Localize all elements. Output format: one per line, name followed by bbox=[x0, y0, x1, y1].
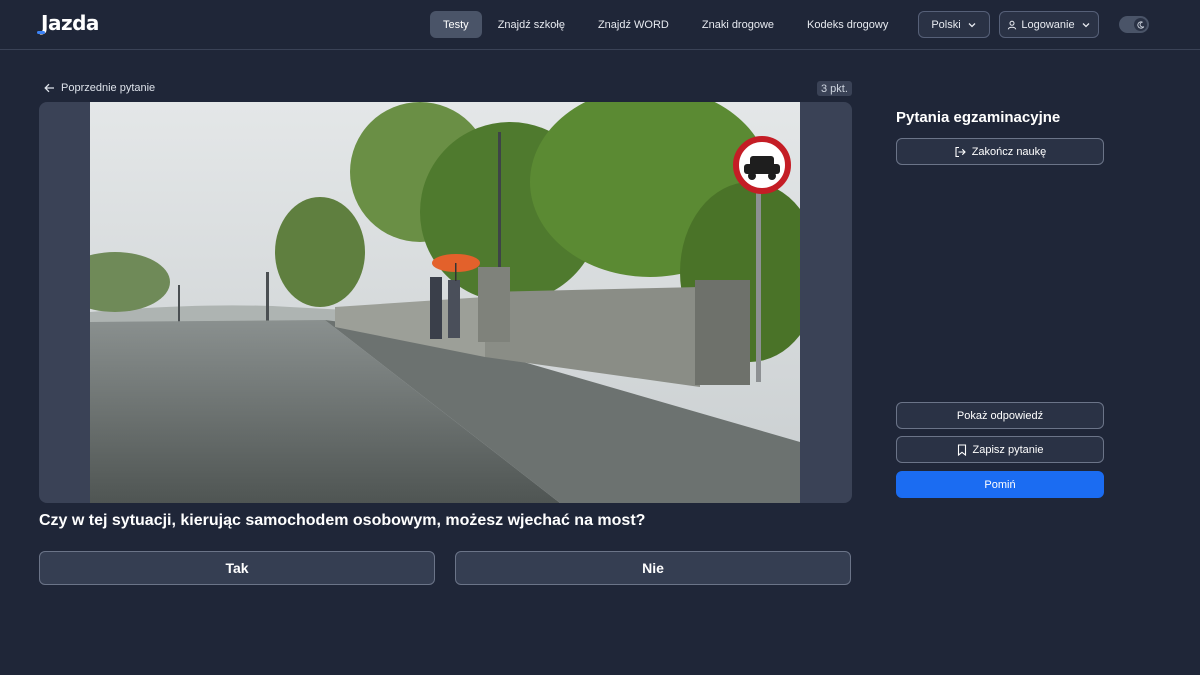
arrow-left-icon bbox=[44, 83, 54, 93]
top-bar: Jazda Testy Znajdź szkołę Znajdź WORD Zn… bbox=[0, 0, 1200, 50]
chevron-down-icon bbox=[1082, 22, 1090, 27]
moon-icon bbox=[1136, 20, 1144, 29]
skip-button[interactable]: Pomiń bbox=[896, 471, 1104, 498]
jazda-logo[interactable]: Jazda bbox=[37, 11, 99, 35]
theme-toggle[interactable] bbox=[1119, 16, 1149, 33]
answer-no-button[interactable]: Nie bbox=[455, 551, 851, 585]
finish-learning-label: Zakończ naukę bbox=[971, 145, 1047, 158]
points-badge: 3 pkt. bbox=[817, 81, 852, 96]
skip-label: Pomiń bbox=[984, 478, 1016, 491]
nav-item-testy[interactable]: Testy bbox=[430, 11, 482, 38]
answer-yes-button[interactable]: Tak bbox=[39, 551, 435, 585]
bridge-scene-illustration bbox=[90, 102, 800, 503]
previous-question-label: Poprzednie pytanie bbox=[61, 82, 156, 94]
exit-icon bbox=[955, 146, 966, 157]
question-photo bbox=[90, 102, 800, 503]
nav-item-kodeks-drogowy[interactable]: Kodeks drogowy bbox=[794, 11, 901, 38]
show-answer-label: Pokaż odpowiedź bbox=[956, 409, 1044, 422]
finish-learning-button[interactable]: Zakończ naukę bbox=[896, 138, 1104, 165]
toggle-knob bbox=[1134, 18, 1147, 31]
previous-question-link[interactable]: Poprzednie pytanie bbox=[44, 81, 155, 95]
save-question-label: Zapisz pytanie bbox=[972, 443, 1044, 456]
chevron-down-icon bbox=[968, 22, 976, 27]
language-label: Polski bbox=[931, 18, 961, 31]
nav-item-znaki-drogowe[interactable]: Znaki drogowe bbox=[689, 11, 787, 38]
show-answer-button[interactable]: Pokaż odpowiedź bbox=[896, 402, 1104, 429]
save-question-button[interactable]: Zapisz pytanie bbox=[896, 436, 1104, 463]
question-media bbox=[39, 102, 852, 503]
login-label: Logowanie bbox=[1021, 18, 1075, 31]
question-text: Czy w tej sytuacji, kierując samochodem … bbox=[39, 512, 646, 529]
nav-item-znajdz-szkole[interactable]: Znajdź szkołę bbox=[485, 11, 578, 38]
sidebar-title: Pytania egzaminacyjne bbox=[896, 109, 1061, 126]
logo-mark: J bbox=[37, 11, 48, 35]
user-icon bbox=[1008, 20, 1017, 30]
login-button[interactable]: Logowanie bbox=[999, 11, 1099, 38]
main-nav: Testy Znajdź szkołę Znajdź WORD Znaki dr… bbox=[430, 11, 959, 38]
bookmark-icon bbox=[957, 443, 966, 456]
language-select[interactable]: Polski bbox=[918, 11, 990, 38]
logo-text: azda bbox=[47, 11, 99, 35]
nav-item-znajdz-word[interactable]: Znajdź WORD bbox=[585, 11, 682, 38]
